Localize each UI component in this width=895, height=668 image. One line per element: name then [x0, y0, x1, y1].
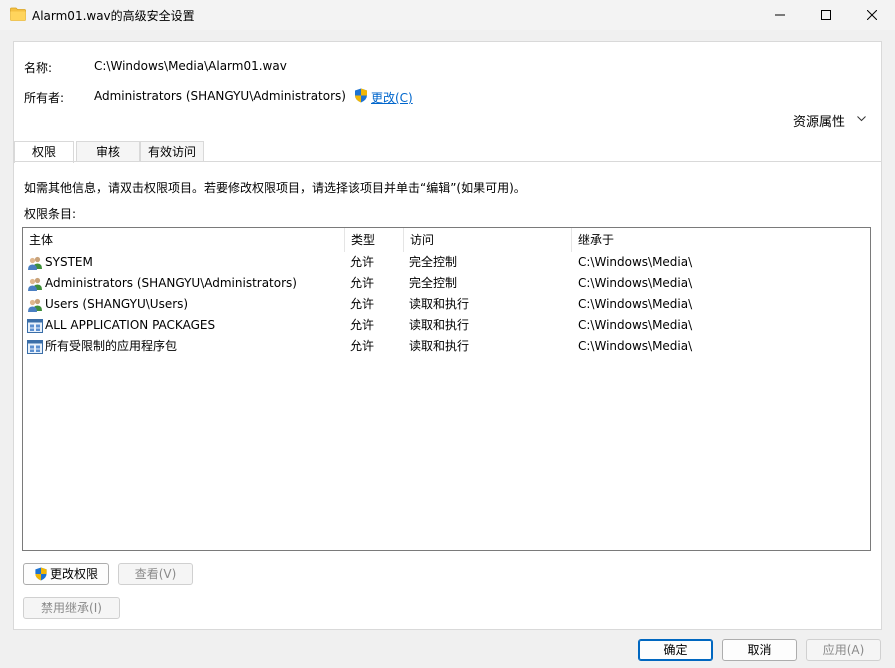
close-icon [867, 10, 877, 20]
permission-entries-label: 权限条目: [24, 207, 77, 221]
change-permissions-button[interactable]: 更改权限 [23, 563, 109, 585]
access-cell: 读取和执行 [409, 318, 470, 332]
change-owner-link[interactable]: 更改(C) [371, 89, 413, 106]
maximize-icon [821, 10, 831, 20]
column-header-principal[interactable]: 主体 [23, 228, 345, 252]
principal-cell: SYSTEM [45, 255, 93, 269]
inherited-from-cell: C:\Windows\Media\ [578, 339, 693, 353]
app-package-icon [27, 319, 43, 333]
inherited-from-cell: C:\Windows\Media\ [578, 297, 693, 311]
advanced-security-settings-window: Alarm01.wav的高级安全设置 名称: C:\Windows\Media\… [0, 0, 895, 668]
type-cell: 允许 [350, 276, 375, 290]
name-value[interactable]: C:\Windows\Media\Alarm01.wav [94, 59, 287, 73]
title-bar: Alarm01.wav的高级安全设置 [0, 0, 895, 30]
table-row[interactable]: SYSTEM 允许 完全控制 C:\Windows\Media\ [23, 252, 870, 273]
tab-permissions[interactable]: 权限 [14, 141, 74, 163]
tab-auditing[interactable]: 审核 [76, 141, 140, 162]
column-header-type[interactable]: 类型 [345, 228, 404, 252]
change-permissions-label: 更改权限 [49, 567, 98, 581]
minimize-icon [775, 14, 785, 16]
access-cell: 读取和执行 [409, 297, 470, 311]
apply-button[interactable]: 应用(A) [806, 639, 881, 661]
principal-cell: 所有受限制的应用程序包 [45, 339, 178, 353]
principal-cell: Administrators (SHANGYU\Administrators) [45, 276, 297, 290]
type-cell: 允许 [350, 318, 375, 332]
view-button[interactable]: 查看(V) [118, 563, 193, 585]
table-row[interactable]: Administrators (SHANGYU\Administrators) … [23, 273, 870, 294]
name-label: 名称: [24, 61, 53, 75]
tab-effective-access[interactable]: 有效访问 [140, 141, 204, 162]
owner-value: Administrators (SHANGYU\Administrators) [94, 89, 346, 103]
permission-entries-list[interactable]: 主体 类型 访问 继承于 SYSTEM 允许 完全控制 C:\Windows\M… [22, 227, 871, 551]
cancel-button[interactable]: 取消 [722, 639, 797, 661]
resource-properties-toggle[interactable]: 资源属性 [793, 111, 845, 130]
access-cell: 完全控制 [409, 276, 458, 290]
principal-cell: Users (SHANGYU\Users) [45, 297, 189, 311]
principal-cell: ALL APPLICATION PACKAGES [45, 318, 216, 332]
type-cell: 允许 [350, 297, 375, 311]
close-button[interactable] [849, 0, 895, 30]
maximize-button[interactable] [803, 0, 849, 30]
access-cell: 读取和执行 [409, 339, 470, 353]
folder-icon [10, 7, 26, 21]
uac-shield-icon [35, 566, 47, 581]
disable-inheritance-button[interactable]: 禁用继承(I) [23, 597, 120, 619]
ok-button[interactable]: 确定 [638, 639, 713, 661]
chevron-down-icon[interactable] [857, 116, 866, 122]
uac-shield-icon [355, 88, 367, 103]
owner-label: 所有者: [24, 91, 65, 105]
user-group-icon [28, 256, 42, 270]
app-package-icon [27, 340, 43, 354]
access-cell: 完全控制 [409, 255, 458, 269]
type-cell: 允许 [350, 339, 375, 353]
inherited-from-cell: C:\Windows\Media\ [578, 276, 693, 290]
user-group-icon [28, 277, 42, 291]
window-title: Alarm01.wav的高级安全设置 [32, 9, 195, 23]
table-row[interactable]: 所有受限制的应用程序包 允许 读取和执行 C:\Windows\Media\ [23, 336, 870, 357]
user-group-icon [28, 298, 42, 312]
column-header-access[interactable]: 访问 [404, 228, 572, 252]
inherited-from-cell: C:\Windows\Media\ [578, 318, 693, 332]
inherited-from-cell: C:\Windows\Media\ [578, 255, 693, 269]
tab-divider [14, 161, 881, 162]
table-row[interactable]: ALL APPLICATION PACKAGES 允许 读取和执行 C:\Win… [23, 315, 870, 336]
list-header: 主体 类型 访问 继承于 [23, 228, 870, 252]
column-header-inherited-from[interactable]: 继承于 [572, 228, 870, 252]
table-row[interactable]: Users (SHANGYU\Users) 允许 读取和执行 C:\Window… [23, 294, 870, 315]
minimize-button[interactable] [757, 0, 803, 30]
type-cell: 允许 [350, 255, 375, 269]
instructions-text: 如需其他信息，请双击权限项目。若要修改权限项目，请选择该项目并单击“编辑”(如果… [24, 181, 526, 195]
